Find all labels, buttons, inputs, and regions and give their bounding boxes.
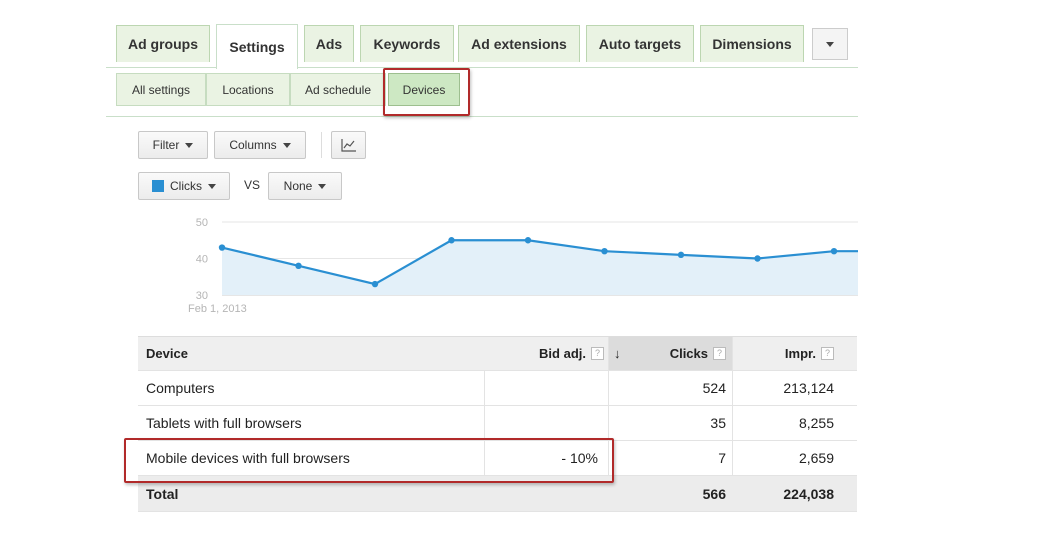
subtab-locations[interactable]: Locations	[206, 73, 290, 106]
chart-point	[524, 237, 532, 244]
chart-point	[677, 251, 685, 259]
tab-label: Ad extensions	[471, 36, 567, 52]
tab-ad-extensions[interactable]: Ad extensions	[458, 25, 580, 62]
subtab-label: All settings	[131, 82, 191, 97]
tab-ads[interactable]: Ads	[304, 25, 354, 62]
total-impr: 224,038	[783, 485, 834, 502]
table-row: Mobile devices with full browsers - 10% …	[138, 441, 857, 476]
table-header-row: Device Bid adj.? Clicks? ↓ Impr.?	[138, 336, 857, 371]
chart-area-fill	[222, 240, 858, 295]
chevron-down-icon	[826, 41, 834, 47]
sub-tab-bar: All settings Locations Ad schedule Devic…	[106, 68, 858, 117]
columns-button[interactable]: Columns	[214, 131, 306, 159]
bid-adj-cell[interactable]: - 10%	[484, 441, 598, 475]
columns-label: Columns	[229, 138, 277, 152]
bid-adj-cell[interactable]	[484, 371, 604, 405]
impr-cell: 2,659	[732, 441, 834, 475]
line-chart-icon	[340, 139, 356, 152]
tab-label: Ad groups	[128, 36, 198, 52]
chart-point	[448, 237, 455, 244]
tab-label: Ads	[315, 36, 343, 52]
metric1-select[interactable]: Clicks	[138, 172, 230, 200]
subtab-label: Locations	[222, 82, 274, 97]
tab-dimensions[interactable]: Dimensions	[700, 25, 804, 62]
total-label: Total	[146, 485, 179, 502]
clicks-cell: 524	[608, 371, 732, 405]
header-bid-adj-label: Bid adj.	[539, 346, 586, 361]
chevron-down-icon	[185, 142, 194, 148]
header-clicks-label: Clicks	[669, 346, 708, 361]
sort-down-arrow-icon: ↓	[614, 346, 621, 361]
tab-label: Keywords	[373, 36, 441, 52]
impr-cell: 8,255	[732, 406, 834, 440]
chart-y-tick-label: 30	[196, 290, 208, 302]
impr-cell: 213,124	[732, 371, 834, 405]
metric2-label: None	[283, 179, 313, 193]
header-bid-adj[interactable]: Bid adj.?	[484, 337, 604, 370]
chevron-down-icon	[282, 142, 291, 148]
header-impr-label: Impr.	[784, 346, 816, 361]
chart-point	[754, 255, 761, 262]
subtab-label: Devices	[402, 82, 446, 97]
filter-button[interactable]: Filter	[138, 131, 208, 159]
subtab-devices[interactable]: Devices	[388, 73, 460, 106]
chart-x-start-label: Feb 1, 2013	[188, 303, 247, 315]
tab-label: Auto targets	[598, 36, 682, 52]
header-impressions[interactable]: Impr.?	[732, 337, 834, 370]
subtab-all-settings[interactable]: All settings	[116, 73, 206, 106]
chart-point	[601, 248, 608, 255]
subtab-ad-schedule[interactable]: Ad schedule	[290, 73, 386, 106]
tab-settings[interactable]: Settings	[216, 24, 298, 69]
more-tabs-button[interactable]	[812, 28, 848, 60]
tab-ad-groups[interactable]: Ad groups	[116, 25, 210, 62]
header-device[interactable]: Device	[146, 337, 476, 370]
chart-point	[295, 262, 302, 269]
tab-keywords[interactable]: Keywords	[360, 25, 454, 62]
metric2-select[interactable]: None	[268, 172, 342, 200]
top-tab-bar: Ad groups Settings Ads Keywords Ad exten…	[106, 0, 858, 69]
chevron-down-icon	[318, 183, 327, 189]
tab-auto-targets[interactable]: Auto targets	[586, 25, 694, 62]
chart-point	[830, 248, 838, 255]
header-clicks[interactable]: Clicks?	[608, 337, 732, 370]
chart-y-tick-label: 50	[196, 217, 208, 229]
header-device-label: Device	[146, 346, 188, 361]
help-icon[interactable]: ?	[713, 347, 726, 360]
chart-y-tick-label: 40	[196, 254, 208, 266]
table-row: Computers 524 213,124	[138, 371, 857, 406]
device-cell: Tablets with full browsers	[146, 415, 302, 431]
toolbar-divider	[321, 132, 322, 158]
metric1-label: Clicks	[170, 179, 202, 193]
chart-toggle-button[interactable]	[331, 131, 366, 159]
table-row: Tablets with full browsers 35 8,255	[138, 406, 857, 441]
bid-adj-cell[interactable]	[484, 406, 604, 440]
table-total-row: Total 566 224,038	[138, 476, 857, 512]
filter-label: Filter	[152, 138, 180, 152]
clicks-cell: 35	[608, 406, 732, 440]
vs-label: VS	[244, 178, 261, 192]
help-icon[interactable]: ?	[591, 347, 604, 360]
clicks-chart: 50 40 30Feb 1, 2013	[188, 217, 858, 315]
help-icon[interactable]: ?	[821, 347, 834, 360]
chevron-down-icon	[208, 183, 216, 189]
device-cell: Computers	[146, 380, 215, 396]
subtab-label: Ad schedule	[304, 82, 372, 97]
chart-point	[218, 244, 226, 251]
chart-point	[371, 280, 379, 288]
tab-label: Settings	[229, 39, 285, 55]
device-cell: Mobile devices with full browsers	[146, 450, 350, 466]
series-color-swatch	[152, 180, 164, 192]
clicks-cell: 7	[608, 441, 732, 475]
tab-label: Dimensions	[712, 36, 792, 52]
total-clicks: 566	[702, 485, 726, 502]
